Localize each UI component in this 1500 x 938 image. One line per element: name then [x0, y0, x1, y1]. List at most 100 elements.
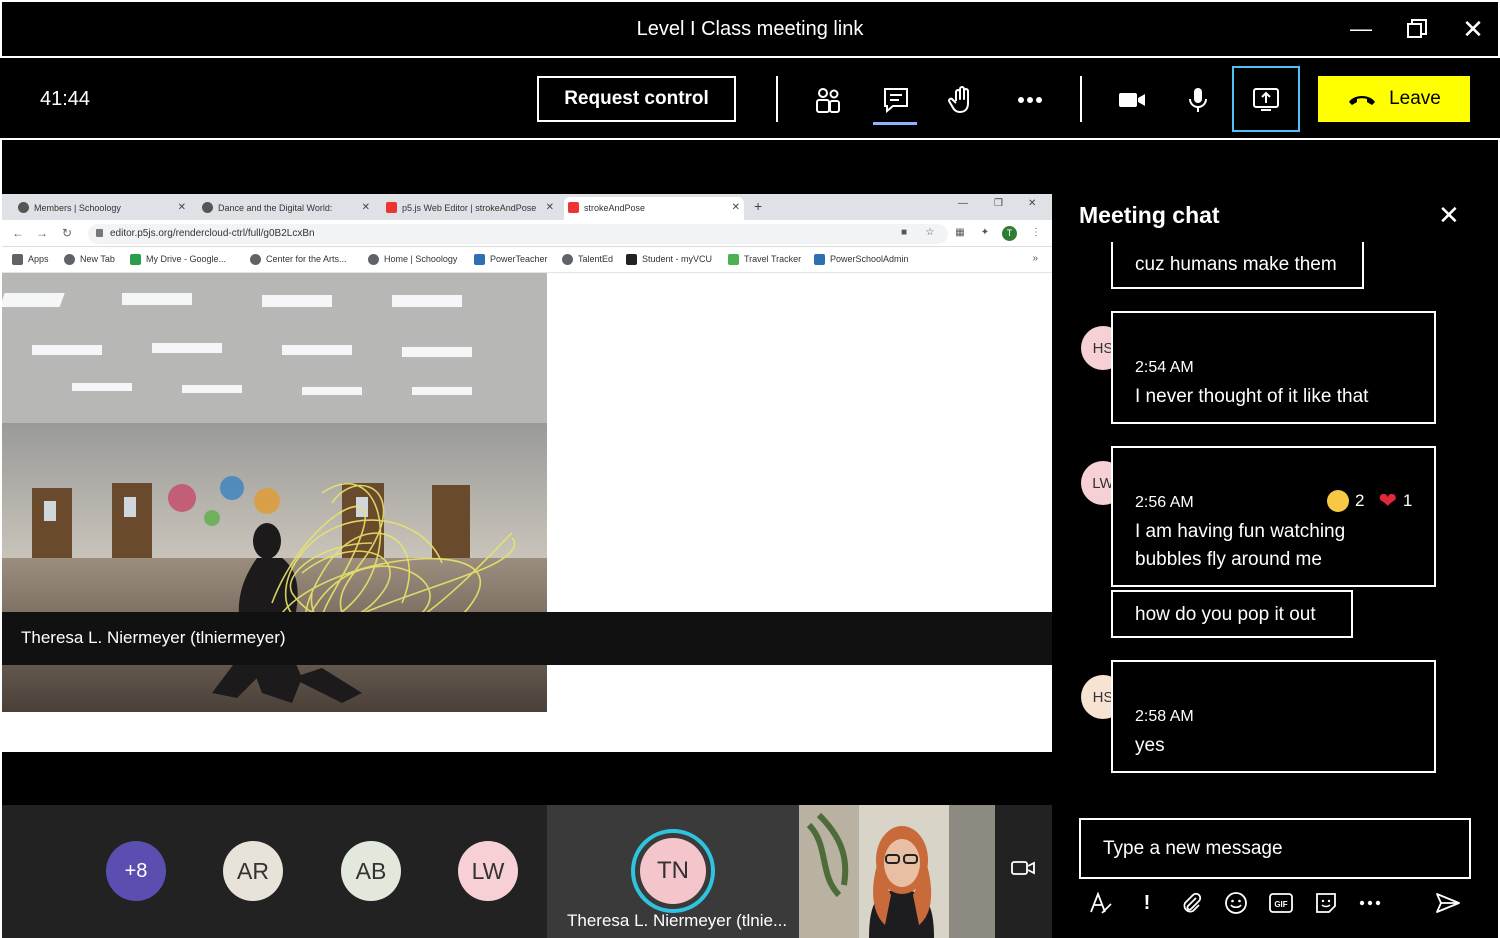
browser-tab[interactable]: Dance and the Digital World: ✕: [198, 197, 374, 220]
attach-icon[interactable]: [1176, 888, 1206, 918]
chat-icon[interactable]: [876, 80, 916, 120]
heart-reaction-count: 1: [1402, 491, 1413, 510]
participants-icon[interactable]: [808, 80, 848, 120]
talented-icon: [562, 254, 573, 265]
send-icon[interactable]: [1433, 888, 1463, 918]
bookmark-item[interactable]: Travel Tracker: [728, 254, 801, 265]
close-tab-icon[interactable]: ✕: [546, 202, 554, 213]
meeting-chat-panel: Meeting chat ✕ cuz humans make them HS ×…: [1052, 140, 1500, 938]
meeting-toolbar: 41:44 Request control Leave: [0, 56, 1500, 140]
microphone-icon[interactable]: [1178, 80, 1218, 120]
bookmark-item[interactable]: My Drive - Google...: [130, 254, 226, 265]
more-participants-avatar[interactable]: +8: [106, 841, 166, 901]
request-control-button[interactable]: Request control: [537, 76, 736, 122]
participant-avatar[interactable]: LW: [458, 841, 518, 901]
bookmark-item[interactable]: Apps: [12, 254, 49, 265]
share-screen-button[interactable]: [1232, 66, 1300, 132]
bookmark-item[interactable]: Center for the Arts...: [250, 254, 347, 265]
close-tab-icon[interactable]: ✕: [362, 202, 370, 213]
heart-icon: ❤: [1378, 488, 1397, 513]
chat-message-text: yes: [1135, 735, 1165, 756]
emoji-icon[interactable]: [1221, 888, 1251, 918]
chat-message[interactable]: 2:54 AM I never thought of it like that: [1111, 311, 1436, 424]
gif-icon[interactable]: GIF: [1266, 888, 1296, 918]
reload-icon[interactable]: ↻: [62, 226, 72, 240]
schoology-icon: [18, 202, 29, 213]
shared-browser-window: Members | Schoology ✕ Dance and the Digi…: [0, 194, 1052, 752]
new-message-input[interactable]: [1081, 820, 1469, 877]
participant-strip: +8 AR AB LW TN Theresa L. Niermeyer (tln…: [2, 805, 1052, 938]
new-tab-icon[interactable]: +: [754, 198, 762, 214]
bookmark-item[interactable]: TalentEd: [562, 254, 613, 265]
camera-switch-icon[interactable]: [1010, 857, 1036, 884]
url-text: editor.p5js.org/rendercloud-ctrl/full/g0…: [110, 228, 315, 239]
bookmark-item[interactable]: PowerTeacher: [474, 254, 548, 265]
restore-window-icon[interactable]: [1402, 14, 1432, 44]
schoology-icon: [368, 254, 379, 265]
browser-tab-title: Members | Schoology: [34, 203, 121, 213]
url-field[interactable]: editor.p5js.org/rendercloud-ctrl/full/g0…: [88, 224, 948, 244]
notion-icon: [202, 202, 213, 213]
laughing-emoji-icon: [1327, 490, 1349, 512]
chat-message-text: how do you pop it out: [1135, 604, 1316, 625]
browser-minimize-icon[interactable]: —: [958, 198, 968, 209]
browser-menu-icon[interactable]: ⋮: [1030, 227, 1042, 239]
bookmark-item[interactable]: Home | Schoology: [368, 254, 457, 265]
browser-tab[interactable]: Members | Schoology ✕: [14, 197, 190, 220]
more-options-icon[interactable]: [1010, 80, 1050, 120]
chat-message-time: 2:54 AM: [1135, 359, 1194, 376]
toolbar-divider: [1080, 76, 1082, 122]
globe-icon: [250, 254, 261, 265]
raise-hand-icon[interactable]: [942, 80, 982, 120]
minimize-icon[interactable]: —: [1346, 14, 1376, 44]
browser-restore-icon[interactable]: ❐: [994, 198, 1003, 209]
browser-tab-active[interactable]: strokeAndPose ✕: [564, 197, 744, 220]
browser-tab[interactable]: p5.js Web Editor | strokeAndPose ✕: [382, 197, 558, 220]
participant-avatar[interactable]: AR: [223, 841, 283, 901]
more-bookmarks-icon[interactable]: »: [1032, 253, 1038, 264]
chat-message[interactable]: 2:58 AM yes: [1111, 660, 1436, 773]
p5js-icon: [386, 202, 397, 213]
bookmark-star-icon[interactable]: ☆: [924, 227, 936, 239]
close-tab-icon[interactable]: ✕: [732, 202, 740, 213]
forward-icon[interactable]: →: [36, 226, 48, 240]
chat-message[interactable]: 2:56 AM 2 ❤ 1 I am having fun watching b…: [1111, 446, 1436, 587]
close-tab-icon[interactable]: ✕: [178, 202, 186, 213]
participant-avatar: TN: [640, 838, 706, 904]
apps-grid-icon: [12, 254, 23, 265]
extension-icon[interactable]: ▦: [954, 227, 966, 239]
bookmark-item[interactable]: PowerSchoolAdmin: [814, 254, 909, 265]
message-reactions[interactable]: 2 ❤ 1: [1327, 490, 1412, 512]
compose-box: [1079, 818, 1471, 879]
chat-panel-title: Meeting chat: [1079, 202, 1220, 228]
active-speaker-tile[interactable]: TN Theresa L. Niermeyer (tlnie...: [547, 805, 799, 938]
back-icon[interactable]: ←: [12, 226, 24, 240]
chat-message-text: bubbles fly around me: [1135, 549, 1322, 570]
leave-button[interactable]: Leave: [1318, 76, 1470, 122]
sticker-icon[interactable]: [1311, 888, 1341, 918]
camera-indicator-icon[interactable]: ■: [898, 227, 910, 239]
browser-address-bar: ← → ↻ editor.p5js.org/rendercloud-ctrl/f…: [2, 220, 1052, 247]
bookmarks-bar: Apps New Tab My Drive - Google... Center…: [2, 247, 1052, 273]
powerschool-icon: [814, 254, 825, 265]
browser-close-icon[interactable]: ✕: [1028, 198, 1036, 209]
puzzle-extensions-icon[interactable]: ✦: [979, 227, 991, 239]
bookmark-item[interactable]: New Tab: [64, 254, 115, 265]
chat-message[interactable]: how do you pop it out: [1111, 590, 1353, 638]
meeting-timer: 41:44: [40, 88, 91, 110]
format-text-icon[interactable]: [1086, 888, 1116, 918]
chat-message-text: I am having fun watching: [1135, 521, 1346, 542]
chat-message-text: I never thought of it like that: [1135, 386, 1369, 407]
priority-icon[interactable]: !: [1132, 888, 1162, 918]
drive-icon: [130, 254, 141, 265]
participant-avatar[interactable]: AB: [341, 841, 401, 901]
close-chat-icon[interactable]: ✕: [1438, 200, 1460, 231]
browser-profile-avatar[interactable]: T: [1002, 226, 1017, 241]
close-window-icon[interactable]: ✕: [1458, 14, 1488, 44]
chat-message-text: cuz humans make them: [1135, 254, 1337, 275]
camera-icon[interactable]: [1112, 80, 1152, 120]
browser-tab-title: p5.js Web Editor | strokeAndPose: [402, 203, 537, 213]
chat-message[interactable]: cuz humans make them: [1111, 242, 1364, 289]
more-compose-options-icon[interactable]: [1355, 888, 1385, 918]
bookmark-item[interactable]: Student - myVCU: [626, 254, 712, 265]
